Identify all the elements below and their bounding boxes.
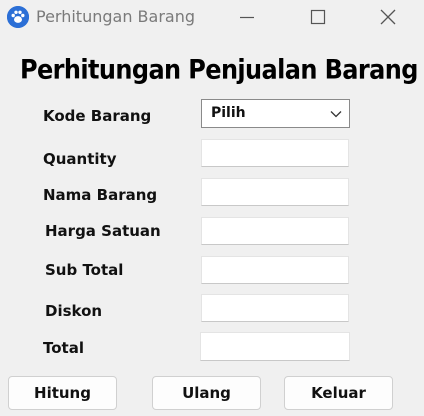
kode-barang-label: Kode Barang [43,107,152,125]
kode-barang-selected-value: Pilih [211,105,246,121]
diskon-field[interactable] [201,294,349,322]
quantity-field[interactable] [201,139,349,167]
maximize-button[interactable] [295,0,341,34]
maximize-icon [310,9,326,25]
harga-satuan-field[interactable] [201,217,349,245]
nama-barang-field[interactable] [201,178,349,206]
minimize-button[interactable] [224,0,270,34]
keluar-button[interactable]: Keluar [284,376,393,410]
chevron-down-icon [330,111,342,118]
window-titlebar[interactable]: Perhitungan Barang [0,0,424,36]
harga-satuan-label: Harga Satuan [45,222,161,240]
total-label: Total [43,339,84,357]
sub-total-label: Sub Total [45,261,124,279]
close-button[interactable] [365,0,411,34]
paw-icon [7,6,29,28]
total-field[interactable] [200,332,350,361]
sub-total-field[interactable] [201,256,349,284]
ulang-button[interactable]: Ulang [152,376,261,410]
hitung-button[interactable]: Hitung [8,376,117,410]
window-title: Perhitungan Barang [36,7,196,26]
minimize-icon [240,16,254,19]
kode-barang-select[interactable]: Pilih [201,99,350,128]
nama-barang-label: Nama Barang [43,186,158,204]
quantity-label: Quantity [43,150,117,168]
form-heading: Perhitungan Penjualan Barang [20,54,418,86]
close-icon [380,9,396,25]
diskon-label: Diskon [45,302,103,320]
